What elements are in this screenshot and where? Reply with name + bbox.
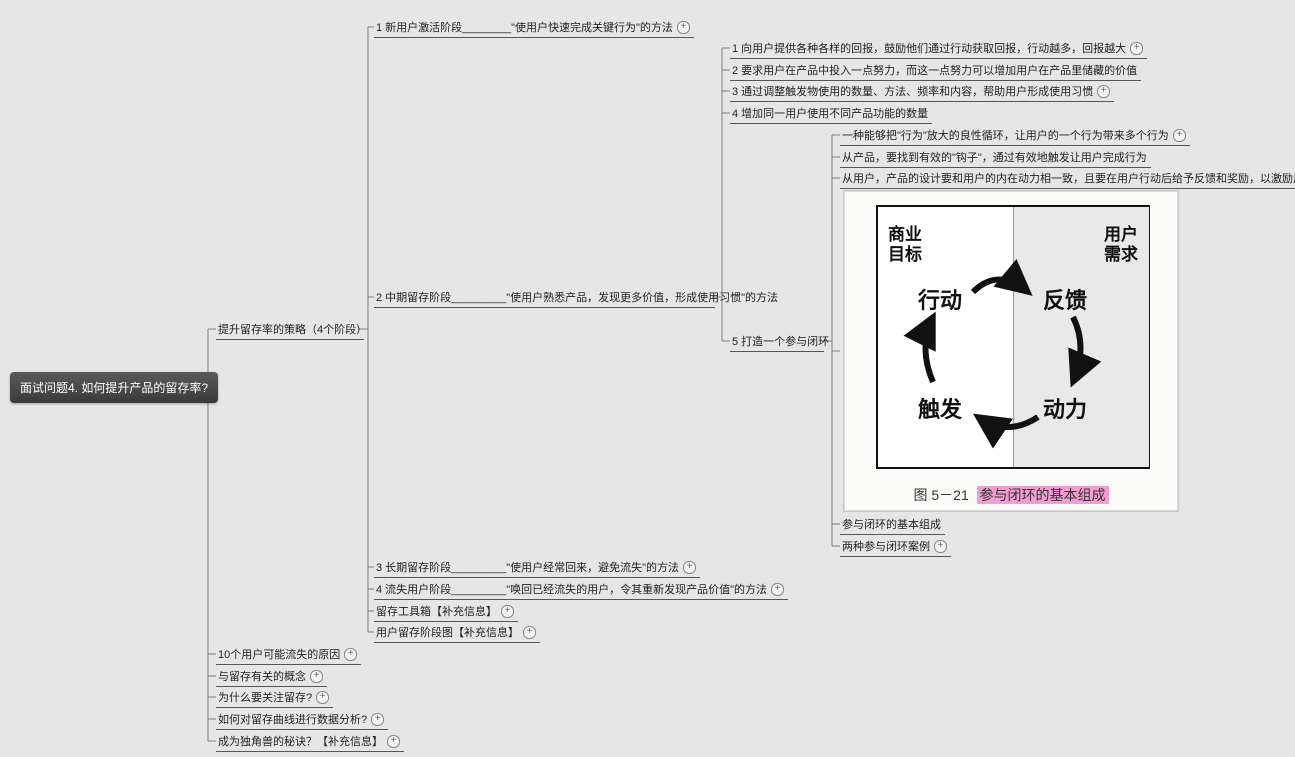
node-label: 参与闭环的基本组成 — [842, 519, 941, 531]
node-label: 4 流失用户阶段_________"唤回已经流失的用户，令其重新发现产品价值"的… — [376, 584, 767, 596]
node-label: 5 打造一个参与闭环 — [732, 336, 829, 348]
node-l1[interactable]: 一种能够把"行为"放大的良性循环，让用户的一个行为带来多个行为 + — [840, 127, 1190, 146]
expand-icon[interactable]: + — [934, 540, 947, 553]
expand-icon[interactable]: + — [523, 626, 536, 639]
node-s6[interactable]: 用户留存阶段图【补充信息】 + — [374, 624, 540, 643]
root-node[interactable]: 面试问题4. 如何提升产品的留存率? — [10, 372, 218, 403]
node-reasons[interactable]: 10个用户可能流失的原因 + — [216, 646, 361, 665]
loop-arrows — [878, 207, 1148, 467]
node-s5[interactable]: 留存工具箱【补充信息】 + — [374, 603, 518, 622]
node-label: 10个用户可能流失的原因 — [218, 649, 340, 661]
node-label: 留存工具箱【补充信息】 — [376, 606, 497, 618]
node-label: 1 向用户提供各种各样的回报，鼓励他们通过行动获取回报，行动越多，回报越大 — [732, 43, 1126, 55]
node-m4[interactable]: 4 增加同一用户使用不同产品功能的数量 — [730, 105, 932, 124]
expand-icon[interactable]: + — [310, 670, 323, 683]
node-label: 3 通过调整触发物使用的数量、方法、频率和内容，帮助用户形成使用习惯 — [732, 86, 1093, 98]
expand-icon[interactable]: + — [387, 735, 400, 748]
node-label: 1 新用户激活阶段________"使用户快速完成关键行为"的方法 — [376, 22, 673, 34]
node-label: 一种能够把"行为"放大的良性循环，让用户的一个行为带来多个行为 — [842, 130, 1169, 142]
node-label: 如何对留存曲线进行数据分析? — [218, 714, 367, 726]
expand-icon[interactable]: + — [501, 605, 514, 618]
node-label: 与留存有关的概念 — [218, 671, 306, 683]
node-label: 用户留存阶段图【补充信息】 — [376, 627, 519, 639]
node-label: 4 增加同一用户使用不同产品功能的数量 — [732, 108, 928, 120]
expand-icon[interactable]: + — [316, 691, 329, 704]
fig-title: 参与闭环的基本组成 — [977, 486, 1109, 504]
loop-diagram-image: 商业目标 用户需求 行动 反馈 触发 动力 图 5－21 参与闭环的基本组成 — [843, 190, 1179, 512]
node-l3[interactable]: 从用户，产品的设计要和用户的内在动力相一致，且要在用户行动后给予反馈和奖励，以激… — [840, 170, 1295, 189]
expand-icon[interactable]: + — [677, 21, 690, 34]
node-l4[interactable]: 参与闭环的基本组成 — [840, 516, 945, 535]
node-label: 2 中期留存阶段_________"使用户熟悉产品，发现更多价值，形成使用习惯"… — [376, 292, 778, 304]
root-label: 面试问题4. 如何提升产品的留存率? — [20, 381, 208, 395]
expand-icon[interactable]: + — [771, 583, 784, 596]
node-l2[interactable]: 从产品，要找到有效的"钩子"，通过有效地触发让用户完成行为 — [840, 149, 1151, 168]
node-label: 为什么要关注留存? — [218, 692, 312, 704]
node-m3[interactable]: 3 通过调整触发物使用的数量、方法、频率和内容，帮助用户形成使用习惯 + — [730, 83, 1114, 102]
node-concepts[interactable]: 与留存有关的概念 + — [216, 668, 327, 687]
node-curve[interactable]: 如何对留存曲线进行数据分析? + — [216, 711, 388, 730]
node-m1[interactable]: 1 向用户提供各种各样的回报，鼓励他们通过行动获取回报，行动越多，回报越大 + — [730, 40, 1147, 59]
node-l5[interactable]: 两种参与闭环案例 + — [840, 538, 951, 557]
node-strategy[interactable]: 提升留存率的策略（4个阶段） — [216, 321, 364, 340]
node-label: 从产品，要找到有效的"钩子"，通过有效地触发让用户完成行为 — [842, 152, 1147, 164]
node-label: 3 长期留存阶段_________"使用户经常回来，避免流失"的方法 — [376, 562, 679, 574]
expand-icon[interactable]: + — [371, 713, 384, 726]
expand-icon[interactable]: + — [683, 561, 696, 574]
expand-icon[interactable]: + — [1130, 42, 1143, 55]
node-s3[interactable]: 3 长期留存阶段_________"使用户经常回来，避免流失"的方法 + — [374, 559, 700, 578]
node-why[interactable]: 为什么要关注留存? + — [216, 689, 333, 708]
node-label: 从用户，产品的设计要和用户的内在动力相一致，且要在用户行动后给予反馈和奖励，以激… — [842, 173, 1295, 185]
node-label: 两种参与闭环案例 — [842, 541, 930, 553]
expand-icon[interactable]: + — [1097, 85, 1110, 98]
node-label: 成为独角兽的秘诀？【补充信息】 — [218, 736, 383, 748]
expand-icon[interactable]: + — [1173, 129, 1186, 142]
node-s2[interactable]: 2 中期留存阶段_________"使用户熟悉产品，发现更多价值，形成使用习惯"… — [374, 289, 715, 308]
node-label: 2 要求用户在产品中投入一点努力，而这一点努力可以增加用户在产品里储藏的价值 — [732, 65, 1137, 77]
node-m2[interactable]: 2 要求用户在产品中投入一点努力，而这一点努力可以增加用户在产品里储藏的价值 — [730, 62, 1141, 81]
fig-num: 图 5－21 — [913, 487, 968, 503]
node-s4[interactable]: 4 流失用户阶段_________"唤回已经流失的用户，令其重新发现产品价值"的… — [374, 581, 788, 600]
image-caption: 图 5－21 参与闭环的基本组成 — [844, 485, 1178, 505]
node-unicorn[interactable]: 成为独角兽的秘诀？【补充信息】 + — [216, 733, 404, 752]
node-s1[interactable]: 1 新用户激活阶段________"使用户快速完成关键行为"的方法 + — [374, 19, 694, 38]
expand-icon[interactable]: + — [344, 648, 357, 661]
mindmap-canvas: 面试问题4. 如何提升产品的留存率? 提升留存率的策略（4个阶段） 10个用户可… — [0, 0, 1295, 757]
node-m5[interactable]: 5 打造一个参与闭环 — [730, 333, 824, 352]
node-label: 提升留存率的策略（4个阶段） — [218, 324, 367, 336]
